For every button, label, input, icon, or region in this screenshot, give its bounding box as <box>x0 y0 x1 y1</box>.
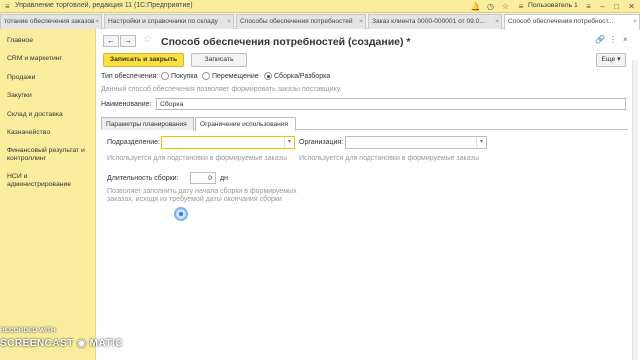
maximize-icon[interactable]: □ <box>611 1 622 12</box>
tab-label: Настройки и справочники по складу <box>108 18 218 25</box>
organization-label: Организация: <box>299 139 344 146</box>
chevron-down-icon: ▾ <box>617 56 621 63</box>
tab-planning-params[interactable]: Параметры планирования <box>101 117 194 130</box>
mouse-cursor-highlight <box>174 207 188 221</box>
radio-transfer-label[interactable]: Перемещение <box>212 73 259 80</box>
user-name[interactable]: Пользователь 1 <box>528 2 578 9</box>
radio-assembly[interactable] <box>264 72 272 80</box>
app-title: Управление торговлей, редакция 11 (1С:Пр… <box>15 2 193 9</box>
radio-assembly-label[interactable]: Сборка/Разборка <box>274 73 330 80</box>
scrollbar[interactable] <box>632 60 638 360</box>
sidebar-item-purchases[interactable]: Закупки <box>7 92 91 100</box>
tab-4[interactable]: Способ обеспечения потребност... × <box>504 14 640 30</box>
tab-0[interactable]: тотание обеспечения заказов × <box>0 14 102 29</box>
duration-label: Длительность сборки: <box>107 175 179 182</box>
forward-button[interactable]: → <box>120 35 136 47</box>
link-icon[interactable]: 🔗 <box>595 35 605 44</box>
tab-2[interactable]: Способы обеспечения потребностей × <box>236 14 366 29</box>
more-label: Еще <box>601 56 616 63</box>
sidebar-item-main[interactable]: Главное <box>7 37 91 45</box>
sidebar-item-admin[interactable]: НСИ и администрирование <box>7 173 91 189</box>
type-hint: Данный способ обеспечения позволяет форм… <box>101 86 342 93</box>
sidebar-item-warehouse[interactable]: Склад и доставка <box>7 111 91 119</box>
watermark-logo: SCREENCAST ◉ MATIC <box>0 338 124 349</box>
duration-unit: дн <box>220 175 228 182</box>
close-icon[interactable]: × <box>359 18 363 25</box>
department-hint: Используется для подстановки в формируем… <box>107 155 287 162</box>
close-icon[interactable]: ✕ <box>626 1 637 12</box>
close-form-icon[interactable]: × <box>623 35 628 44</box>
bell-icon[interactable]: 🔔 <box>470 1 481 12</box>
save-button[interactable]: Записать <box>191 53 247 67</box>
organization-input[interactable]: ▾ <box>345 136 487 149</box>
more-vertical-icon[interactable]: ⋮ <box>609 35 617 44</box>
close-icon[interactable]: × <box>227 18 231 25</box>
dropdown-icon[interactable]: ▾ <box>476 137 486 148</box>
tab-label: Способы обеспечения потребностей <box>240 18 353 25</box>
radio-purchase[interactable] <box>161 72 169 80</box>
minimize-icon[interactable]: – <box>597 1 608 12</box>
watermark-top: RECORDED WITH <box>0 327 56 334</box>
radio-purchase-label[interactable]: Покупка <box>171 73 197 80</box>
tab-label: тотание обеспечения заказов <box>4 18 95 25</box>
dropdown-icon[interactable]: ▾ <box>284 137 294 148</box>
department-input[interactable]: ▾ <box>161 136 295 149</box>
history-icon[interactable]: ◷ <box>485 1 496 12</box>
radio-transfer[interactable] <box>202 72 210 80</box>
tab-label: Способ обеспечения потребност... <box>508 18 614 25</box>
save-and-close-button[interactable]: Записать и закрыть <box>103 53 184 67</box>
menu-icon[interactable]: ≡ <box>2 1 13 12</box>
user-icon[interactable]: ≡ <box>514 1 528 12</box>
title-bar: ≡ Управление торговлей, редакция 11 (1С:… <box>0 0 640 13</box>
department-label: Подразделение: <box>107 139 160 146</box>
type-label: Тип обеспечения: <box>101 73 159 80</box>
close-icon[interactable]: × <box>95 18 99 25</box>
tab-1[interactable]: Настройки и справочники по складу × <box>104 14 234 29</box>
more-button[interactable]: Еще ▾ <box>596 53 626 67</box>
star-icon[interactable]: ☆ <box>500 1 511 12</box>
tab-3[interactable]: Заказ клиента 0000-000001 от 09.0... × <box>368 14 502 29</box>
close-icon[interactable]: × <box>633 18 637 25</box>
tab-label: Заказ клиента 0000-000001 от 09.0... <box>372 18 485 25</box>
sidebar-item-finance[interactable]: Финансовый результат и контроллинг <box>7 147 91 163</box>
sidebar: Главное CRM и маркетинг Продажи Закупки … <box>0 29 96 360</box>
back-button[interactable]: ← <box>103 35 119 47</box>
tab-bar: тотание обеспечения заказов × Настройки и… <box>0 13 640 30</box>
sidebar-item-treasury[interactable]: Казначейство <box>7 129 91 137</box>
sidebar-item-crm[interactable]: CRM и маркетинг <box>7 55 91 63</box>
name-input[interactable]: Сборка <box>156 98 626 110</box>
name-label: Наименование: <box>101 101 152 108</box>
settings-icon[interactable]: ≡ <box>583 1 594 12</box>
duration-input[interactable]: 0 <box>190 172 216 184</box>
close-icon[interactable]: × <box>495 18 499 25</box>
tab-usage-restriction[interactable]: Ограничение использования <box>195 117 296 131</box>
duration-hint: Позволяет заполнить дату начала сборки в… <box>107 188 297 203</box>
page-title: Способ обеспечения потребностей (создани… <box>161 36 411 48</box>
favorite-star-icon[interactable]: ☆ <box>143 34 152 45</box>
organization-hint: Используется для подстановки в формируем… <box>299 155 479 162</box>
sidebar-item-sales[interactable]: Продажи <box>7 74 91 82</box>
